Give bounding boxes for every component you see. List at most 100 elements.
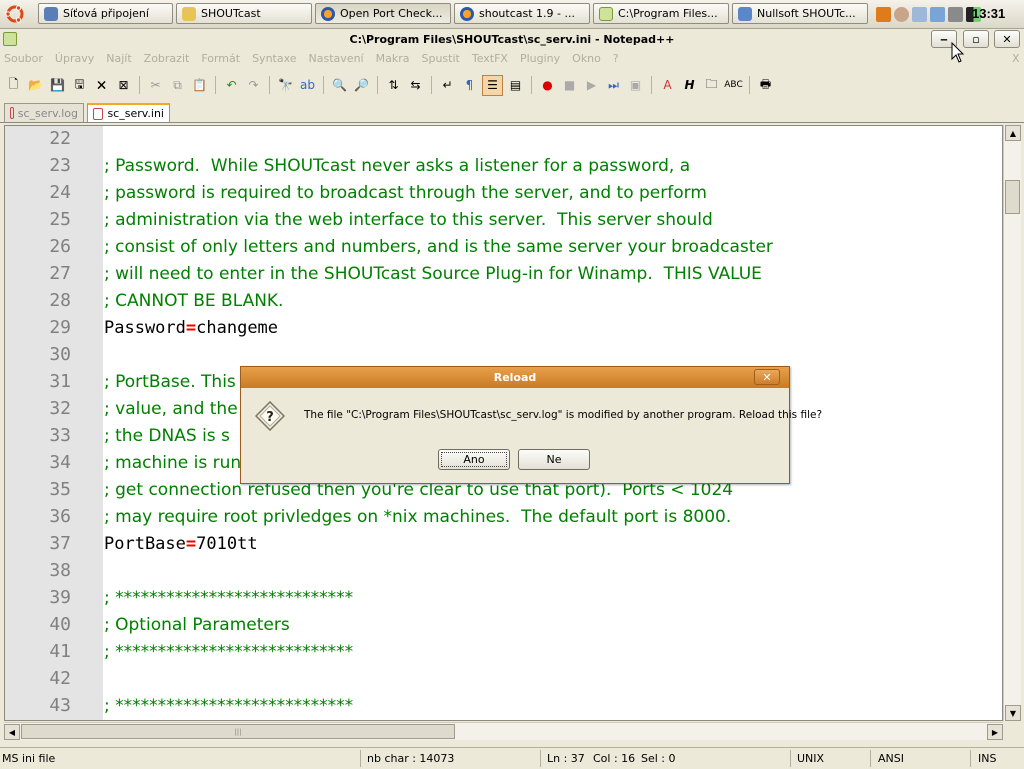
close-file-icon[interactable]: 🗙 (92, 76, 111, 95)
taskbar-item-network-connections[interactable]: Síťová připojení (38, 3, 173, 24)
menu-macro[interactable]: Makra (376, 52, 416, 69)
code-line: ; machine is run (104, 453, 242, 473)
stop-macro-icon[interactable]: ■ (560, 76, 579, 95)
line-number: 28 (49, 290, 71, 311)
close-button[interactable]: ✕ (994, 30, 1020, 48)
record-macro-icon[interactable]: ● (538, 76, 557, 95)
sync-vertical-icon[interactable]: ⇅ (384, 76, 403, 95)
menu-edit[interactable]: Úpravy (55, 52, 100, 69)
close-all-icon[interactable]: ⊠ (114, 76, 133, 95)
taskbar-item-shoutcast-folder[interactable]: SHOUTcast (176, 3, 312, 24)
menu-plugins[interactable]: Pluginy (520, 52, 566, 69)
status-separator (970, 750, 971, 767)
run-macro-multiple-icon[interactable]: ⏭ (604, 76, 623, 95)
keyboard-layout-icon[interactable] (876, 6, 891, 22)
status-line: Ln : 37 (547, 752, 585, 765)
play-macro-icon[interactable]: ▶ (582, 76, 601, 95)
folder-tools-icon[interactable]: 🗀 (702, 76, 721, 95)
menu-language[interactable]: Syntaxe (252, 52, 302, 69)
paste-icon[interactable]: 📋 (190, 76, 209, 95)
find-icon[interactable]: 🔭 (276, 76, 295, 95)
sync-horizontal-icon[interactable]: ⇆ (406, 76, 425, 95)
user-language-icon[interactable]: ▤ (506, 76, 525, 95)
redo-icon[interactable]: ↷ (244, 76, 263, 95)
menu-window[interactable]: Okno (572, 52, 607, 69)
status-encoding: ANSI (878, 752, 904, 765)
reload-dialog: Reload ✕ ? The file "C:\Program Files\SH… (240, 366, 822, 484)
dialog-close-button[interactable]: ✕ (754, 369, 780, 385)
scroll-left-icon[interactable]: ◀ (4, 724, 20, 740)
tab-sc-serv-log[interactable]: sc_serv.log (4, 103, 84, 122)
menu-format[interactable]: Formát (201, 52, 246, 69)
cut-icon[interactable]: ✂ (146, 76, 165, 95)
horizontal-scrollbar[interactable]: ◀ ||| ▶ (4, 722, 1003, 740)
code-line: ; Password. While SHOUTcast never asks a… (104, 156, 691, 176)
word-wrap-icon[interactable]: ↵ (438, 76, 457, 95)
plugin-a-icon[interactable]: A (658, 76, 677, 95)
zoom-in-icon[interactable]: 🔍 (330, 76, 349, 95)
toolbar-separator (531, 76, 532, 94)
shoutcast-icon (738, 6, 752, 21)
clock[interactable]: 13:31 (972, 6, 1005, 21)
yes-button[interactable]: Ano (438, 449, 510, 470)
new-file-icon[interactable]: 🗋 (4, 76, 23, 95)
menu-run[interactable]: Spustit (421, 52, 465, 69)
mail-icon[interactable] (930, 6, 945, 22)
horizontal-scroll-thumb[interactable]: ||| (21, 724, 455, 739)
html-tag-icon[interactable]: H (680, 76, 699, 95)
scroll-up-icon[interactable]: ▲ (1005, 125, 1021, 141)
tab-sc-serv-ini[interactable]: sc_serv.ini (87, 103, 170, 122)
firefox-icon (321, 6, 335, 21)
line-number: 38 (49, 560, 71, 581)
code-line: ; may require root privledges on *nix ma… (104, 507, 732, 527)
taskbar-item-open-port-check[interactable]: Open Port Check... (315, 3, 451, 24)
indent-guide-icon[interactable]: ☰ (482, 74, 503, 96)
line-number: 31 (49, 371, 71, 392)
spellcheck-icon[interactable]: ABC (724, 76, 743, 95)
save-macro-icon[interactable]: ▣ (626, 76, 645, 95)
scroll-down-icon[interactable]: ▼ (1005, 705, 1021, 721)
toolbar-separator (431, 76, 432, 94)
volume-icon[interactable] (948, 6, 963, 22)
menu-view[interactable]: Zobrazit (144, 52, 196, 69)
menu-file[interactable]: Soubor (4, 52, 49, 69)
menu-settings[interactable]: Nastavení (309, 52, 370, 69)
menu-textfx[interactable]: TextFX (472, 52, 514, 69)
menu-search[interactable]: Najít (106, 52, 137, 69)
taskbar-item-shoutcast-docs[interactable]: shoutcast 1.9 - ... (454, 3, 590, 24)
code-line: ; **************************** (104, 696, 354, 716)
line-number: 25 (49, 209, 71, 230)
open-file-icon[interactable]: 📂 (26, 76, 45, 95)
file-icon (93, 107, 104, 120)
scroll-right-icon[interactable]: ▶ (987, 724, 1003, 740)
toolbar-separator (139, 76, 140, 94)
taskbar-item-nullsoft-shoutcast[interactable]: Nullsoft SHOUTc... (732, 3, 868, 24)
save-icon[interactable]: 💾 (48, 76, 67, 95)
taskbar-item-notepadpp[interactable]: C:\Program Files... (593, 3, 729, 24)
no-button[interactable]: Ne (518, 449, 590, 470)
line-number: 22 (49, 128, 71, 149)
update-icon[interactable] (894, 6, 909, 22)
close-icon: ✕ (762, 370, 772, 384)
network-icon (44, 6, 58, 21)
show-all-characters-icon[interactable]: ¶ (460, 76, 479, 95)
replace-icon[interactable]: ab (298, 76, 317, 95)
line-number: 33 (49, 425, 71, 446)
line-number: 23 (49, 155, 71, 176)
toolbar-separator (269, 76, 270, 94)
close-document-button[interactable]: X (1012, 52, 1020, 65)
ini-equals-operator: = (185, 318, 197, 338)
code-line: PortBase=7010tt (104, 534, 258, 554)
ubuntu-logo-icon[interactable] (4, 4, 26, 24)
undo-icon[interactable]: ↶ (222, 76, 241, 95)
network-status-icon[interactable] (912, 6, 927, 22)
zoom-out-icon[interactable]: 🔎 (352, 76, 371, 95)
print-icon[interactable]: 🖶 (756, 76, 775, 95)
menu-help[interactable]: ? (613, 52, 625, 69)
vertical-scroll-thumb[interactable] (1005, 180, 1020, 214)
save-all-icon[interactable]: 🖫 (70, 76, 89, 95)
copy-icon[interactable]: ⧉ (168, 76, 187, 95)
vertical-scrollbar[interactable]: ▲ ▼ (1003, 125, 1021, 721)
maximize-button[interactable]: ▫ (963, 30, 989, 48)
line-number: 27 (49, 263, 71, 284)
